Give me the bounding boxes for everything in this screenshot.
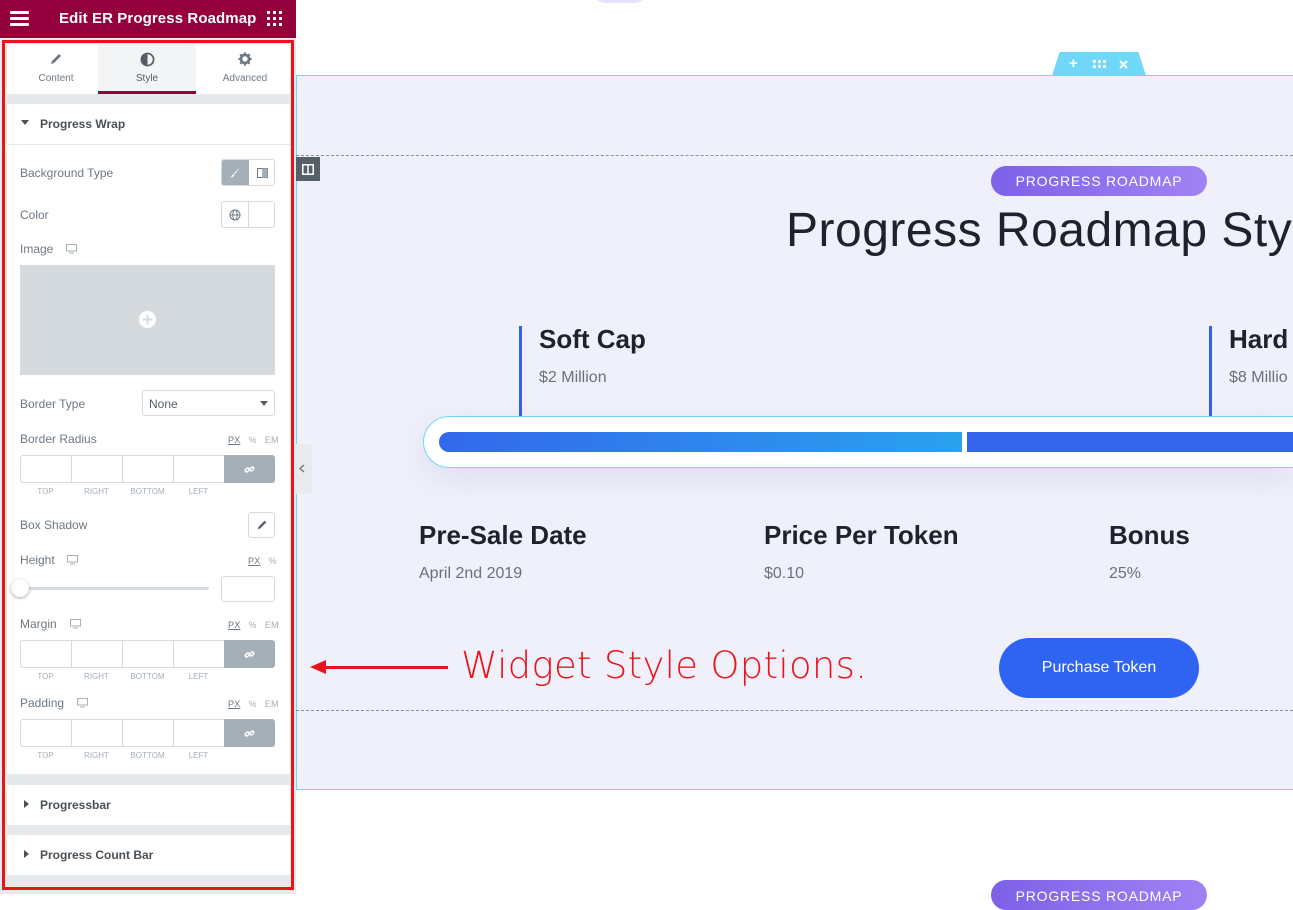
chevron-left-icon [299, 464, 305, 473]
add-section-icon[interactable]: + [1069, 55, 1078, 72]
info-value: April 2nd 2019 [419, 565, 523, 582]
info-title: Price Per Token [764, 520, 959, 550]
milestone-value: $2 Million [539, 369, 607, 386]
milestone-title: Hard [1229, 324, 1289, 354]
editor-header: Edit ER Progress Roadmap [0, 0, 296, 38]
annotation-text: Widget Style Options. [461, 644, 868, 687]
annotation-arrow-shaft [322, 666, 448, 669]
section-handle: + [1052, 52, 1146, 76]
annotation-arrow-icon [310, 660, 326, 674]
previous-widget-edge [590, 0, 650, 3]
column-border-bottom [296, 710, 1293, 711]
info-value: $0.10 [764, 565, 805, 582]
purchase-token-button[interactable]: Purchase Token [999, 638, 1199, 698]
menu-icon[interactable] [10, 11, 29, 26]
panel-collapse-button[interactable] [294, 444, 312, 494]
info-value: 25% [1109, 565, 1142, 582]
widgets-grid-icon[interactable] [267, 11, 282, 26]
milestone-title: Soft Cap [539, 324, 646, 354]
editor-title: Edit ER Progress Roadmap [59, 10, 257, 27]
roadmap-badge-next: PROGRESS ROADMAP [991, 880, 1207, 910]
milestone-value: $8 Millio [1229, 369, 1288, 386]
progress-bar-fill [967, 432, 1293, 452]
info-title: Pre-Sale Date [419, 520, 587, 550]
column-border-top [296, 155, 1293, 156]
info-title: Bonus [1109, 520, 1190, 550]
progress-bar-fill [439, 432, 962, 452]
drag-handle-icon[interactable] [1093, 60, 1106, 68]
annotation-frame [2, 40, 294, 890]
column-handle[interactable] [296, 157, 320, 181]
column-icon [302, 163, 314, 175]
roadmap-badge: PROGRESS ROADMAP [991, 166, 1207, 196]
roadmap-heading: Progress Roadmap Sty [786, 204, 1293, 257]
close-icon[interactable] [1119, 60, 1128, 69]
